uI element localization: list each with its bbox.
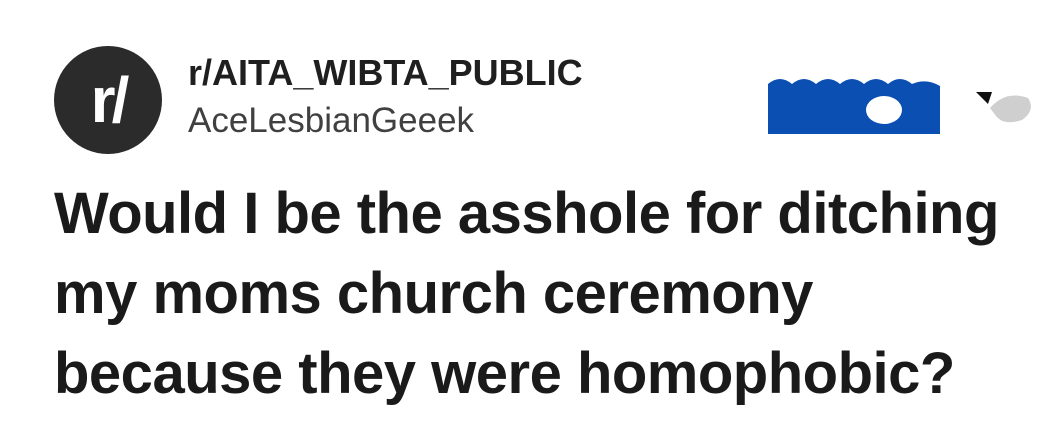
author-username[interactable]: AceLesbianGeeek [188,100,583,142]
subreddit-avatar-label: r/ [90,64,130,136]
overflow-icon[interactable] [976,88,1036,128]
join-button[interactable] [764,76,944,140]
post-card[interactable]: r/ r/AITA_WIBTA_PUBLIC AceLesbianGeeek W… [0,0,1038,431]
post-header: r/ r/AITA_WIBTA_PUBLIC AceLesbianGeeek [54,46,1031,154]
post-title[interactable]: Would I be the asshole for ditching my m… [54,174,1014,414]
post-meta: r/AITA_WIBTA_PUBLIC AceLesbianGeeek [188,52,583,142]
subreddit-avatar[interactable]: r/ [54,46,162,154]
subreddit-name[interactable]: r/AITA_WIBTA_PUBLIC [188,52,583,94]
